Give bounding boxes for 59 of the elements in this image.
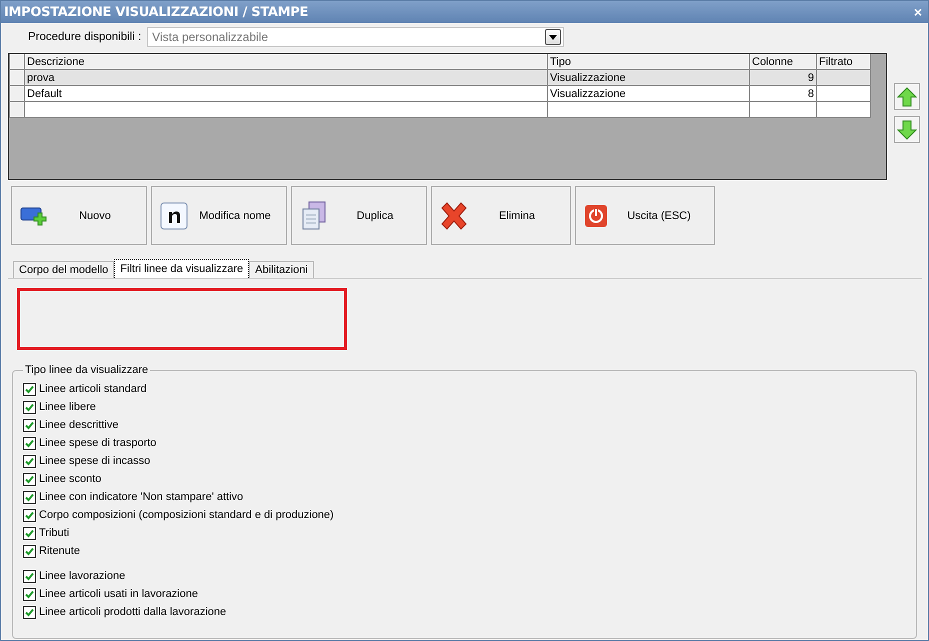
move-down-button[interactable] [894, 116, 920, 143]
column-header[interactable]: Filtrato [816, 54, 870, 70]
checkbox[interactable] [23, 526, 36, 540]
documents-icon [300, 200, 328, 230]
column-header[interactable]: Descrizione [24, 54, 548, 70]
checkbox[interactable] [23, 382, 36, 396]
checkbox-label: Linee spese di trasporto [39, 437, 156, 449]
tab[interactable]: Filtri linee da visualizzare [114, 259, 250, 278]
checkbox[interactable] [23, 472, 36, 486]
table-cell: Visualizzazione [548, 70, 750, 86]
checkbox-label: Linee libere [39, 401, 96, 413]
column-header[interactable]: Colonne [750, 54, 816, 70]
column-header[interactable]: Tipo [548, 54, 750, 70]
table-cell: 9 [750, 70, 816, 86]
up-arrow-icon [897, 86, 917, 106]
field-label: Procedure disponibili : [28, 31, 142, 43]
checkbox-label: Ritenute [39, 545, 80, 557]
checkbox[interactable] [23, 400, 36, 414]
table-cell: Default [24, 86, 548, 102]
checkbox[interactable] [23, 508, 36, 522]
new-button[interactable]: Nuovo [11, 186, 147, 245]
group-title: Tipo linee da visualizzare [24, 364, 150, 376]
tab[interactable]: Abilitazioni [249, 261, 314, 278]
checkbox-label: Linee articoli prodotti dalla lavorazione [39, 606, 226, 618]
duplicate-button[interactable]: Duplica [291, 186, 427, 245]
checkbox-label: Linee sconto [39, 473, 102, 485]
table-cell: prova [24, 70, 548, 86]
cross-icon [440, 202, 468, 230]
checkbox-label: Linee lavorazione [39, 570, 126, 582]
delete-button[interactable]: Elimina [431, 186, 571, 245]
move-up-button[interactable] [894, 83, 920, 110]
table-cell: 8 [750, 86, 816, 102]
checkbox[interactable] [23, 544, 36, 558]
window-title: IMPOSTAZIONE VISUALIZZAZIONI / STAMPE [4, 4, 308, 20]
table-cell: Visualizzazione [548, 86, 750, 102]
power-icon [584, 204, 608, 228]
rename-button[interactable]: Modifica nome [151, 186, 287, 245]
checkbox-label: Tributi [39, 527, 70, 539]
checkbox[interactable] [23, 436, 36, 450]
exit-button[interactable]: Uscita (ESC) [575, 186, 715, 245]
checkbox[interactable] [23, 588, 36, 600]
checkbox-label: Linee articoli usati in lavorazione [39, 588, 198, 600]
table-row[interactable]: prova Visualizzazione 9 [10, 70, 870, 86]
checkbox[interactable] [23, 570, 36, 582]
down-arrow-icon [897, 120, 917, 140]
checkbox[interactable] [23, 418, 36, 432]
tab[interactable]: Corpo del modello [13, 261, 114, 278]
checkbox-label: Linee descrittive [39, 419, 118, 431]
checkbox[interactable] [23, 490, 36, 504]
table-row[interactable]: Default Visualizzazione 8 [10, 86, 870, 102]
table-cell [816, 70, 870, 86]
checkbox-label: Linee articoli standard [39, 383, 147, 395]
letter-icon [160, 202, 188, 230]
checkbox-label: Linee spese di incasso [39, 455, 150, 467]
procedure-dropdown[interactable]: Vista personalizzabile [147, 27, 564, 47]
checkbox[interactable] [23, 606, 36, 618]
checkbox-label: Linee con indicatore 'Non stampare' attivo [39, 491, 244, 503]
checkbox[interactable] [23, 454, 36, 468]
checkbox-label: Corpo composizioni (composizioni standard e di produzione) [39, 509, 334, 521]
